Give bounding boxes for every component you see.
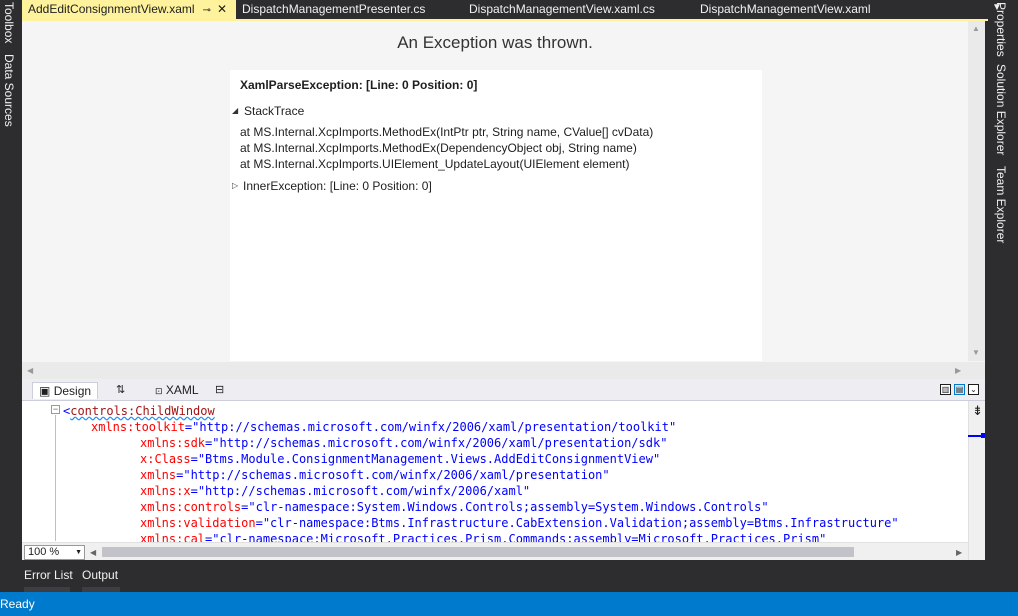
xaml-tab-label: XAML (165, 383, 199, 397)
tab-label: DispatchManagementPresenter.cs (242, 2, 426, 16)
left-tool-strip: Toolbox Data Sources (0, 0, 20, 592)
collapse-outline-icon[interactable]: − (51, 405, 60, 414)
design-xaml-split-bar: ▣ Design ⇅ ⊡ XAML ⊟ ▥ ▤ ⌄ (22, 379, 985, 401)
toolbox-tab[interactable]: Toolbox (2, 2, 16, 43)
scrollbar-corner (968, 362, 985, 379)
swap-panes-icon[interactable]: ⇅ (116, 383, 125, 396)
split-editor-icon[interactable]: ⇟ (972, 403, 983, 419)
design-icon: ▣ (39, 384, 51, 398)
tab-design[interactable]: ▣ Design (32, 382, 99, 399)
outline-guide (55, 415, 56, 541)
code-line: x:Class="Btms.Module.ConsignmentManageme… (140, 452, 661, 466)
team-explorer-tab[interactable]: Team Explorer (994, 166, 1008, 243)
expanded-triangle-icon[interactable]: ◢ (232, 106, 238, 115)
xaml-editor[interactable]: − <controls:ChildWindow xmlns:toolkit="h… (22, 401, 985, 560)
collapsed-triangle-icon[interactable]: ▷ (232, 181, 238, 190)
editor-bottom-bar: 100 % ▼ ◀ ▶ (22, 542, 968, 560)
design-tab-label: Design (53, 384, 92, 398)
collapse-pane-button[interactable]: ⌄ (968, 384, 979, 395)
tab-dispatchmanagementpresenter-cs[interactable]: DispatchManagementPresenter.cs (236, 0, 425, 19)
scroll-down-icon[interactable]: ▼ (972, 348, 980, 357)
tab-output[interactable]: Output (82, 568, 118, 582)
zoom-select[interactable]: 100 % ▼ (24, 545, 85, 560)
designer-vertical-scrollbar[interactable]: ▲ ▼ (968, 21, 985, 361)
code-line: xmlns:validation="clr-namespace:Btms.Inf… (140, 516, 899, 530)
code-line: xmlns:sdk="http://schemas.microsoft.com/… (140, 436, 668, 450)
status-bar: Ready (0, 592, 1018, 616)
status-text: Ready (0, 597, 35, 611)
zoom-value: 100 % (28, 546, 60, 558)
tab-label: DispatchManagementView.xaml (700, 2, 871, 16)
document-tab-bar: AddEditConsignmentView.xaml ⊸ ✕ DispatchMa… (22, 0, 1002, 19)
exception-panel: XamlParseException: [Line: 0 Position: 0… (230, 70, 762, 361)
tab-error-list[interactable]: Error List (24, 568, 73, 582)
tab-label: AddEditConsignmentView.xaml (28, 2, 195, 16)
horizontal-split-button[interactable]: ▤ (954, 384, 965, 395)
editor-vertical-scrollbar[interactable]: ⇟ (968, 401, 985, 560)
close-icon[interactable]: ✕ (217, 0, 227, 19)
xaml-icon: ⊡ (155, 386, 163, 396)
vertical-split-button[interactable]: ▥ (940, 384, 951, 395)
exception-header: XamlParseException: [Line: 0 Position: 0… (240, 78, 478, 92)
chevron-down-icon: ▼ (75, 549, 82, 556)
inner-exception-label[interactable]: InnerException: [Line: 0 Position: 0] (243, 179, 432, 193)
designer-horizontal-scrollbar[interactable]: ◀ ▶ (22, 362, 968, 379)
stacktrace-label[interactable]: StackTrace (244, 104, 304, 118)
solution-explorer-tab[interactable]: Solution Explorer (994, 64, 1008, 155)
xaml-designer: An Exception was thrown. XamlParseExcept… (22, 21, 985, 379)
pop-out-xaml-icon[interactable]: ⊟ (215, 383, 224, 396)
tab-addeditconsignmentview-xaml[interactable]: AddEditConsignmentView.xaml ⊸ ✕ (22, 0, 236, 19)
code-line-root: <controls:ChildWindow (63, 404, 215, 418)
tab-overflow-dropdown-icon[interactable]: ▼ (992, 2, 1002, 13)
editor-horizontal-scroll-thumb[interactable] (102, 547, 854, 557)
scroll-left-icon[interactable]: ◀ (27, 366, 33, 375)
tab-dispatchmanagementview-xaml-cs[interactable]: DispatchManagementView.xaml.cs (463, 0, 655, 19)
exception-title: An Exception was thrown. (397, 33, 593, 52)
code-line: xmlns:x="http://schemas.microsoft.com/wi… (140, 484, 531, 498)
scroll-up-icon[interactable]: ▲ (972, 24, 980, 33)
code-line: xmlns:toolkit="http://schemas.microsoft.… (91, 420, 677, 434)
stack-line: at MS.Internal.XcpImports.MethodEx(Depen… (240, 141, 637, 155)
tab-xaml[interactable]: ⊡ XAML (155, 382, 199, 399)
stack-line: at MS.Internal.XcpImports.MethodEx(IntPt… (240, 125, 654, 139)
scroll-right-icon[interactable]: ▶ (956, 548, 962, 557)
caret-marker-dot (981, 433, 985, 438)
right-tool-strip: Properties Solution Explorer Team Explor… (988, 0, 1018, 592)
scroll-left-icon[interactable]: ◀ (90, 548, 96, 557)
tab-dispatchmanagementview-xaml[interactable]: DispatchManagementView.xaml (694, 0, 871, 19)
code-line: xmlns="http://schemas.microsoft.com/winf… (140, 468, 610, 482)
code-line: xmlns:controls="clr-namespace:System.Win… (140, 500, 769, 514)
data-sources-tab[interactable]: Data Sources (2, 54, 16, 127)
pin-icon[interactable]: ⊸ (203, 1, 211, 20)
root-tag: controls:ChildWindow (70, 404, 215, 418)
stack-line: at MS.Internal.XcpImports.UIElement_Upda… (240, 157, 630, 171)
tab-label: DispatchManagementView.xaml.cs (469, 2, 655, 16)
bottom-tool-window-strip: Error List Output (0, 560, 988, 592)
scroll-right-icon[interactable]: ▶ (955, 366, 961, 375)
